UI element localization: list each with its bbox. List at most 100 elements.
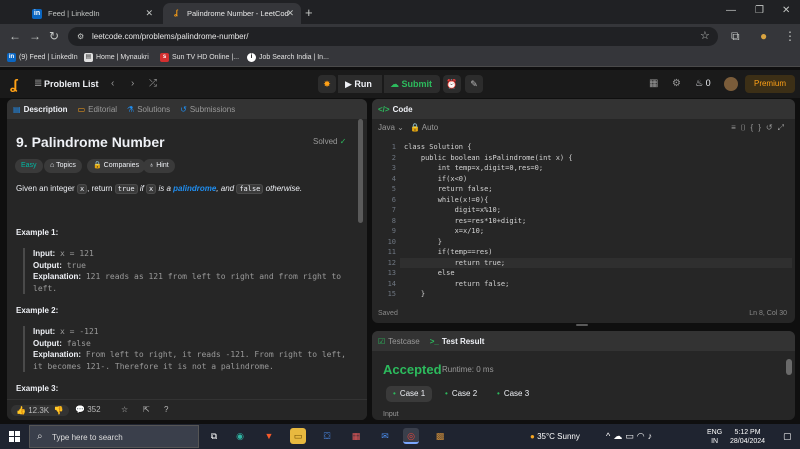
bookmark-jobsearch[interactable]: i Job Search India | In... [247, 53, 329, 62]
auto-format-toggle[interactable]: 🔒 Auto [410, 123, 438, 132]
format-icon[interactable]: ≡ [731, 123, 741, 132]
tab-testcase[interactable]: ☑ Testcase [378, 337, 420, 346]
close-tab-icon[interactable]: ✕ [286, 8, 294, 19]
tab-submissions[interactable]: ↺ Submissions [180, 105, 235, 114]
tab-description[interactable]: ▤ Description [13, 105, 68, 114]
thumbs-down-icon[interactable]: 👎 [54, 406, 64, 415]
settings-icon[interactable]: ⚙ [672, 78, 681, 89]
hint-button[interactable]: ♁ Hint [143, 159, 175, 173]
bookmark-star-icon[interactable]: ☆ [700, 29, 710, 42]
case-tab-1[interactable]: • Case 1 [386, 386, 433, 402]
solved-label: Solved [313, 137, 338, 146]
bookmark-icon[interactable]: ⌷ [741, 123, 751, 132]
fullscreen-icon[interactable]: ⤢ [778, 123, 789, 132]
code-editor[interactable]: 1 class Solution {2 public boolean isPali… [372, 141, 795, 301]
notification-icon[interactable]: ▢ [783, 431, 792, 442]
close-window-icon[interactable]: ✕ [782, 5, 790, 16]
scroll-thumb[interactable] [786, 359, 792, 375]
braces-icon[interactable]: {} [751, 123, 766, 132]
problem-list-link[interactable]: Problem List [44, 79, 99, 89]
timer-icon[interactable]: ⏰ [443, 75, 461, 93]
tab-test-result[interactable]: >_ Test Result [430, 337, 485, 346]
code-line: if(temp==res) [404, 248, 493, 256]
region-code: IN [711, 438, 719, 445]
tab-editorial[interactable]: ▭ Editorial [78, 105, 117, 114]
share-icon[interactable]: ⇱ [143, 405, 150, 414]
next-problem-icon[interactable]: › [131, 78, 134, 89]
new-tab-button[interactable]: + [305, 5, 313, 20]
lock-icon: 🔒 [93, 162, 102, 169]
photos-icon[interactable]: ▩ [432, 428, 448, 444]
minimize-icon[interactable]: — [726, 5, 736, 16]
battery-icon[interactable]: ▭ [625, 431, 637, 441]
layout-icon[interactable]: ▦ [649, 78, 658, 89]
close-tab-icon[interactable]: ✕ [145, 8, 153, 19]
volume-icon[interactable]: ♪ [648, 431, 656, 441]
forward-icon[interactable]: → [29, 29, 41, 43]
reload-icon[interactable]: ↻ [49, 29, 59, 43]
code-line: return false; [404, 279, 510, 288]
browser-tab-linkedin[interactable]: in Feed | LinkedIn ✕ [24, 3, 160, 24]
file-explorer-icon[interactable]: ▭ [290, 428, 306, 444]
taskbar-search-input[interactable]: ⌕ Type here to search [29, 425, 199, 448]
network-icon[interactable]: ☁ [613, 431, 625, 441]
linkedin-icon: in [32, 8, 42, 19]
system-tray[interactable]: ^☁▭◠♪ [606, 431, 655, 442]
clock[interactable]: 5:12 PM 28/04/2024 [730, 428, 765, 446]
weather-widget[interactable]: ● 35°C Sunny [530, 432, 580, 441]
app-icon[interactable]: ⛋ [319, 428, 335, 444]
run-button[interactable]: ▶ Run [338, 75, 382, 93]
tab-code[interactable]: </> Code [378, 105, 413, 114]
language-indicator[interactable]: ENG IN [707, 428, 722, 446]
description-scrollbar[interactable] [358, 119, 363, 223]
companies-button[interactable]: 🔒 Companies [87, 159, 146, 173]
input-value: x = -121 [60, 327, 99, 336]
chrome-icon[interactable]: ◎ [403, 428, 419, 444]
panel-resize-handle[interactable] [576, 324, 588, 326]
tag-icon: ⌂ [50, 162, 55, 169]
notes-icon[interactable]: ✎ [465, 75, 483, 93]
store-icon[interactable]: ▦ [348, 428, 364, 444]
windows-start-icon[interactable] [9, 431, 20, 442]
bookmark-mynaukri[interactable]: ▤ Home | Mynaukri [84, 53, 149, 62]
leetcode-favicon-icon: ʆ [174, 9, 178, 17]
reset-icon[interactable]: ↺ [766, 123, 778, 132]
edge-icon[interactable]: ◉ [232, 428, 248, 444]
difficulty-badge[interactable]: Easy [15, 159, 43, 173]
prev-problem-icon[interactable]: ‹ [111, 78, 114, 89]
site-info-icon[interactable]: ⚙ [77, 32, 84, 41]
streak-counter[interactable]: ♨ 0 [695, 78, 711, 89]
tab-solutions[interactable]: ⚗ Solutions [127, 105, 170, 114]
help-icon[interactable]: ? [164, 405, 168, 414]
topics-button[interactable]: ⌂ Topics [44, 159, 82, 173]
leetcode-logo-icon[interactable]: ʆ [10, 76, 24, 92]
avatar[interactable] [724, 77, 738, 91]
like-button[interactable]: 👍 12.3K 👎 [11, 405, 69, 416]
brave-icon[interactable]: ▼ [261, 428, 277, 444]
debug-icon[interactable]: ✸ [318, 75, 336, 93]
input-label: Input: [33, 249, 56, 258]
language-select[interactable]: Java ⌄ [378, 123, 404, 132]
shuffle-icon[interactable]: ⤮ [149, 78, 157, 89]
restore-icon[interactable]: ❐ [755, 5, 764, 16]
task-view-icon[interactable]: ⧉ [206, 428, 222, 444]
url-input[interactable]: ⚙ leetcode.com/problems/palindrome-numbe… [68, 27, 718, 46]
premium-button[interactable]: Premium [745, 75, 795, 93]
test-scrollbar[interactable] [786, 353, 792, 413]
back-icon[interactable]: ← [9, 29, 21, 43]
case-tab-3[interactable]: • Case 3 [490, 386, 536, 402]
palindrome-link[interactable]: palindrome [173, 184, 216, 193]
browser-tab-leetcode[interactable]: ʆ Palindrome Number - LeetCod ✕ [163, 3, 301, 24]
favorite-star-icon[interactable]: ☆ [121, 405, 128, 414]
case-tab-2[interactable]: • Case 2 [438, 386, 484, 402]
wifi-icon[interactable]: ◠ [637, 431, 648, 441]
bookmark-suntv[interactable]: s Sun TV HD Online |... [160, 53, 239, 62]
profile-icon[interactable]: ● [760, 29, 767, 43]
mail-icon[interactable]: ✉ [377, 428, 393, 444]
bookmark-linkedin[interactable]: in (9) Feed | LinkedIn [7, 53, 78, 62]
extensions-icon[interactable]: ⧉ [731, 29, 740, 44]
menu-icon[interactable]: ⋮ [784, 29, 796, 43]
submit-button[interactable]: ☁ Submit [384, 75, 440, 93]
search-placeholder: Type here to search [52, 433, 123, 442]
comments-button[interactable]: 💬 352 [75, 405, 101, 414]
